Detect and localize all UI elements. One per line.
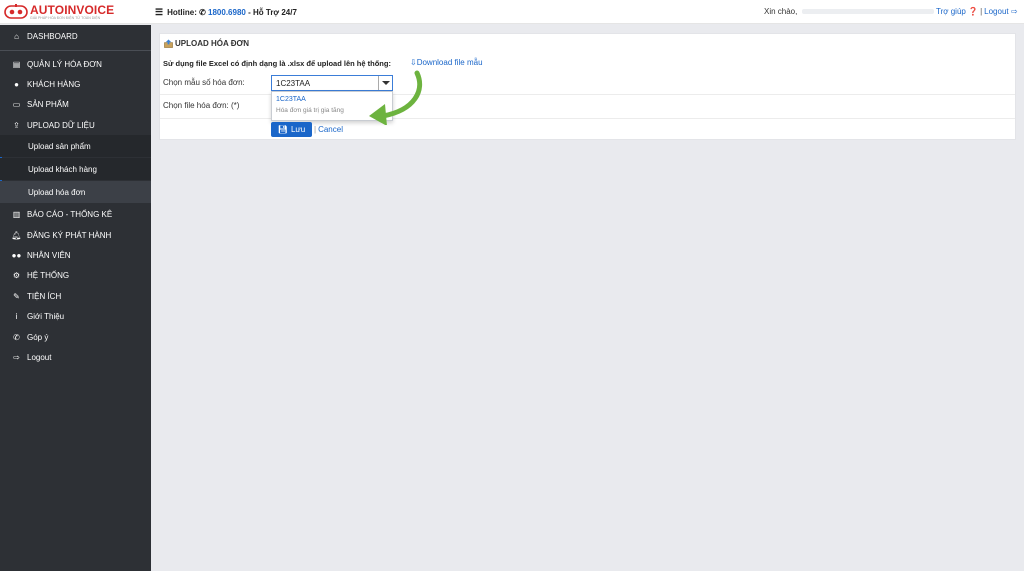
sidebar-item-reports[interactable]: ▥ BÁO CÁO - THỐNG KÊ (0, 204, 151, 224)
phone-icon: ✆ (199, 8, 206, 17)
sidebar-item-invoices[interactable]: ▤ QUẢN LÝ HÓA ĐƠN (0, 54, 151, 74)
sidebar-item-about[interactable]: i Giới Thiệu (0, 306, 151, 326)
sidebar-subitem-upload-customers[interactable]: Upload khách hàng (0, 158, 151, 180)
sidebar-item-feedback[interactable]: ✆ Góp ý (0, 327, 151, 347)
user-name-redacted (802, 9, 934, 14)
sidebar-subitem-upload-products[interactable]: Upload sản phẩm (0, 135, 151, 157)
sidebar-item-register-issuance[interactable]: 🔔︎ ĐĂNG KÝ PHÁT HÀNH (0, 225, 151, 245)
logo-tagline: GIẢI PHÁP HÓA ĐƠN ĐIỆN TỬ TOÀN DIỆN (30, 16, 101, 20)
sidebar-item-dashboard[interactable]: ⌂ DASHBOARD (0, 26, 151, 46)
top-header: AUTOINVOICE GIẢI PHÁP HÓA ĐƠN ĐIỆN TỬ TO… (0, 0, 1024, 24)
robot-logo-icon (4, 4, 28, 19)
upload-box-icon (164, 39, 173, 48)
template-label: Chọn mẫu số hóa đơn: (163, 78, 245, 87)
hotline: ☰ Hotline: ✆ 1800.6980 - Hỗ Trợ 24/7 (155, 7, 297, 17)
template-select-value: 1C23TAA (276, 79, 311, 88)
signout-icon: ⇨ (13, 352, 20, 362)
upload-invoice-panel: UPLOAD HÓA ĐƠN Sử dụng file Excel có địn… (159, 33, 1016, 140)
sidebar: ⌂ DASHBOARD ▤ QUẢN LÝ HÓA ĐƠN ● KHÁCH HÀNG … (0, 25, 151, 571)
file-icon: ▤ (12, 59, 21, 69)
logo-wordmark: AUTOINVOICE (30, 3, 115, 17)
sidebar-item-products[interactable]: ▭ SẢN PHẨM (0, 94, 151, 114)
sidebar-item-staff[interactable]: ●● NHÂN VIÊN (0, 245, 151, 265)
header-links: Trợ giúp ❓ | Logout ⇨ (936, 7, 1018, 16)
dropdown-option-code[interactable]: 1C23TAA (276, 96, 306, 103)
dropdown-option-description[interactable]: Hóa đơn giá trị gia tăng (276, 107, 344, 114)
menu-icon[interactable]: ☰ (155, 7, 163, 17)
save-icon: 💾︎ (277, 125, 288, 134)
sidebar-item-system[interactable]: ⚙ HỆ THỐNG (0, 265, 151, 285)
autoinvoice-logo[interactable]: AUTOINVOICE GIẢI PHÁP HÓA ĐƠN ĐIỆN TỬ TO… (4, 3, 114, 21)
help-link[interactable]: Trợ giúp ❓ (936, 7, 978, 16)
signout-icon: ⇨ (1010, 7, 1018, 16)
folder-icon: ▭ (12, 99, 21, 109)
annotation-arrow-icon (369, 70, 423, 125)
cancel-link[interactable]: | Cancel (314, 125, 343, 134)
wrench-icon: ✎ (13, 291, 20, 301)
sidebar-subitem-upload-invoices[interactable]: Upload hóa đơn (0, 181, 151, 203)
download-icon: ⇩ (410, 58, 417, 67)
upload-icon: ⇪ (13, 120, 20, 130)
upload-hint: Sử dụng file Excel có định dạng là .xlsx… (163, 59, 391, 68)
sidebar-item-customers[interactable]: ● KHÁCH HÀNG (0, 74, 151, 94)
hotline-number[interactable]: 1800.6980 (208, 8, 246, 17)
phone-icon: ✆ (13, 332, 20, 342)
user-icon: ● (14, 79, 19, 89)
sidebar-item-logout[interactable]: ⇨ Logout (0, 347, 151, 367)
home-icon: ⌂ (14, 31, 19, 41)
users-icon: ●● (11, 250, 22, 260)
info-icon: i (15, 311, 18, 321)
sidebar-item-upload-data[interactable]: ⇪ UPLOAD DỮ LIỆU (0, 115, 151, 135)
chart-icon: ▥ (12, 209, 21, 219)
file-label: Chọn file hóa đơn: (*) (163, 101, 240, 110)
greeting-text: Xin chào, (764, 7, 798, 16)
sidebar-divider (0, 50, 151, 51)
save-button[interactable]: 💾︎ Lưu (271, 122, 312, 137)
cogs-icon: ⚙ (12, 270, 21, 280)
question-icon: ❓ (968, 7, 979, 16)
download-template-link[interactable]: ⇩Download file mẫu (410, 58, 483, 67)
sidebar-item-utilities[interactable]: ✎ TIỆN ÍCH (0, 286, 151, 306)
bell-icon: 🔔︎ (11, 230, 22, 240)
logout-link[interactable]: Logout ⇨ (984, 7, 1017, 16)
page-title: UPLOAD HÓA ĐƠN (164, 39, 249, 48)
